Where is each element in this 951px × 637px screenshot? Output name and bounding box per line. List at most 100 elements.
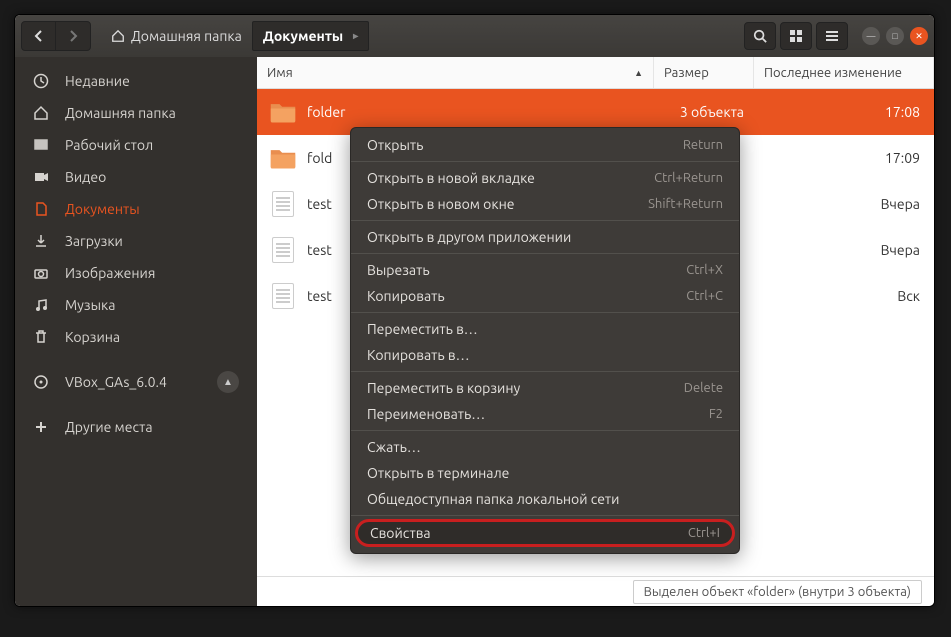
menu-item-label: Переместить в корзину [367, 380, 520, 396]
disc-icon [33, 374, 51, 390]
menu-item[interactable]: Переместить в корзину Delete [351, 375, 739, 401]
sidebar-item-label: Другие места [65, 419, 153, 435]
sidebar-item-home[interactable]: Домашняя папка [15, 97, 257, 129]
back-button[interactable] [22, 22, 56, 50]
menu-item[interactable]: Копировать в… [351, 342, 739, 368]
menu-item-label: Вырезать [367, 262, 430, 278]
close-button[interactable]: ✕ [910, 27, 928, 45]
menu-item-label: Открыть в новой вкладке [367, 170, 535, 186]
camera-icon [33, 265, 51, 281]
menu-item-shortcut: Shift+Return [648, 197, 723, 211]
context-menu: ОткрытьReturn Открыть в новой вкладке Ctrl… [350, 127, 740, 554]
clock-icon [33, 73, 51, 89]
breadcrumb-home[interactable]: Домашняя папка [101, 22, 252, 50]
maximize-button[interactable]: □ [886, 27, 904, 45]
sidebar-item-camera[interactable]: Изображения [15, 257, 257, 289]
col-modified-label: Последнее изменение [764, 66, 902, 80]
eject-button[interactable]: ▲ [217, 371, 239, 393]
menu-item-label: Копировать [367, 288, 445, 304]
sidebar-item-download[interactable]: Загрузки [15, 225, 257, 257]
view-grid-button[interactable] [780, 22, 812, 50]
file-modified: 17:09 [754, 150, 934, 166]
menu-item[interactable]: Переименовать…F2 [351, 401, 739, 427]
status-text: Выделен объект «folder» (внутри 3 объект… [633, 580, 922, 604]
menu-separator [351, 430, 739, 431]
sort-indicator-icon: ▲ [634, 68, 643, 78]
sidebar-item-label: Корзина [65, 329, 120, 345]
menu-item-shortcut: Delete [684, 381, 723, 395]
menu-item[interactable]: Общедоступная папка локальной сети [351, 486, 739, 512]
sidebar-item-label: Изображения [65, 265, 155, 281]
menu-item[interactable]: СвойстваCtrl+I [355, 519, 735, 547]
sidebar-item-label: Недавние [65, 73, 130, 89]
menu-item-label: Открыть в новом окне [367, 196, 514, 212]
menu-item[interactable]: Вырезать Ctrl+X [351, 257, 739, 283]
file-modified: Вчера [754, 242, 934, 258]
sidebar-other-places[interactable]: Другие места [15, 411, 257, 443]
col-name[interactable]: Имя ▲ [257, 57, 654, 88]
menu-item[interactable]: ОткрытьReturn [351, 132, 739, 158]
folder-icon [269, 100, 297, 124]
sidebar-item-trash[interactable]: Корзина [15, 321, 257, 353]
menu-item[interactable]: Сжать… [351, 434, 739, 460]
breadcrumb: Домашняя папка Документы ▸ [101, 21, 740, 51]
plus-icon [33, 419, 51, 435]
menu-icon [825, 29, 839, 43]
window-controls: — □ ✕ [862, 27, 928, 45]
col-size[interactable]: Размер [654, 57, 754, 88]
sidebar-item-video[interactable]: Видео [15, 161, 257, 193]
menu-separator [351, 253, 739, 254]
minimize-button[interactable]: — [862, 27, 880, 45]
text-file-icon [269, 238, 297, 262]
sidebar-item-label: Документы [65, 201, 140, 217]
menu-separator [351, 161, 739, 162]
menu-item[interactable]: Открыть в терминале [351, 460, 739, 486]
forward-button[interactable] [56, 22, 90, 50]
file-modified: 17:08 [754, 104, 934, 120]
menu-item-shortcut: Ctrl+Return [654, 171, 723, 185]
menu-item-shortcut: Ctrl+C [686, 289, 723, 303]
sidebar-item-label: VBox_GAs_6.0.4 [65, 374, 167, 390]
sidebar-item-music[interactable]: Музыка [15, 289, 257, 321]
file-modified: Вск [754, 288, 934, 304]
col-size-label: Размер [664, 66, 709, 80]
sidebar-item-desktop[interactable]: Рабочий стол [15, 129, 257, 161]
menu-item-label: Общедоступная папка локальной сети [367, 491, 619, 507]
sidebar-item-label: Загрузки [65, 233, 123, 249]
trash-icon [33, 329, 51, 345]
breadcrumb-current[interactable]: Документы ▸ [252, 21, 369, 51]
sidebar-item-docs[interactable]: Документы [15, 193, 257, 225]
menu-item[interactable]: Открыть в новом окне Shift+Return [351, 191, 739, 217]
text-file-icon [269, 284, 297, 308]
menu-item[interactable]: Открыть в другом приложении [351, 224, 739, 250]
search-button[interactable] [744, 22, 776, 50]
file-name: folder [307, 104, 345, 120]
sidebar-item-label: Домашняя папка [65, 105, 176, 121]
menu-item[interactable]: Переместить в… [351, 316, 739, 342]
column-headers: Имя ▲ Размер Последнее изменение [257, 57, 934, 89]
menu-item[interactable]: Открыть в новой вкладке Ctrl+Return [351, 165, 739, 191]
sidebar-item-clock[interactable]: Недавние [15, 65, 257, 97]
download-icon [33, 233, 51, 249]
menu-item-shortcut: F2 [709, 407, 723, 421]
menu-item-label: Сжать… [367, 439, 421, 455]
toolbar-right [744, 22, 848, 50]
file-name: test [307, 288, 332, 304]
sidebar-item-label: Видео [65, 169, 106, 185]
menu-item-shortcut: Ctrl+X [686, 263, 723, 277]
file-name: test [307, 242, 332, 258]
menu-item[interactable]: Копировать Ctrl+C [351, 283, 739, 309]
grid-icon [789, 29, 803, 43]
sidebar-volume[interactable]: VBox_GAs_6.0.4 ▲ [15, 363, 257, 401]
file-modified: Вчера [754, 196, 934, 212]
menu-item-label: Открыть в другом приложении [367, 229, 571, 245]
col-modified[interactable]: Последнее изменение [754, 57, 934, 88]
home-icon [111, 29, 125, 43]
hamburger-menu-button[interactable] [816, 22, 848, 50]
menu-item-shortcut: Return [683, 138, 723, 152]
docs-icon [33, 201, 51, 217]
search-icon [753, 29, 767, 43]
chevron-right-icon: ▸ [353, 30, 358, 42]
home-icon [33, 105, 51, 121]
nav-buttons [21, 21, 91, 51]
